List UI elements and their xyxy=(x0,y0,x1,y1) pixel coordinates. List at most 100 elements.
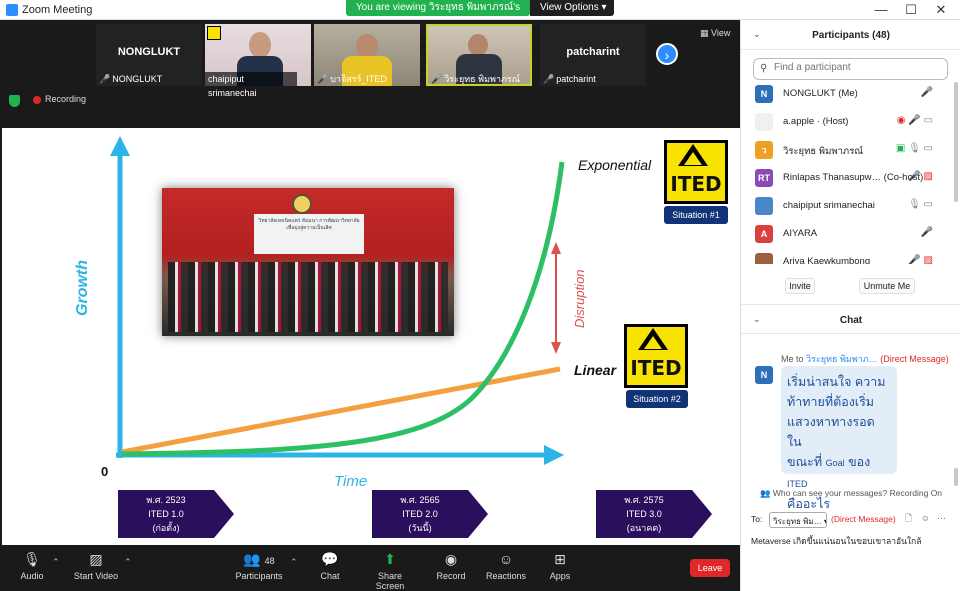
mic-muted-icon: 🎤 xyxy=(908,255,921,264)
minimize-button[interactable]: — xyxy=(866,0,896,20)
microphone-icon: 🎙 xyxy=(23,551,41,567)
y-axis-arrowhead xyxy=(110,136,130,156)
situation-2-badge: Situation #2 xyxy=(626,390,688,408)
era-year: พ.ศ. 2523 xyxy=(146,495,186,505)
mic-muted-icon: 🎤 xyxy=(908,115,921,126)
participant-row[interactable]: a.apple · (Host) ◉ 🎤 ▭ xyxy=(741,110,951,138)
photo-banner: วิทยาลัยเทคนิคแพร่ สัมมนา การพัฒนาวิทยาล… xyxy=(254,214,364,254)
era-year: พ.ศ. 2575 xyxy=(624,495,664,505)
chat-title: Chat xyxy=(839,315,863,326)
participant-row[interactable]: Ariya Kaewkumbong 🎤 ▨ xyxy=(741,250,951,264)
label-time: Time xyxy=(334,473,368,490)
window-titlebar: Zoom Meeting You are viewing วิระยุทธ พิ… xyxy=(0,0,960,29)
participants-title: Participants (48) xyxy=(812,30,890,41)
tile-name: patcharint xyxy=(566,46,620,58)
avatar: ว xyxy=(755,141,773,159)
participant-search-input[interactable] xyxy=(774,62,944,73)
avatar xyxy=(755,197,773,215)
video-off-icon: ▨ xyxy=(923,171,933,182)
chat-button[interactable]: 💬 Chat xyxy=(314,551,346,581)
view-layout-button[interactable]: ▦ View xyxy=(700,28,730,39)
chat-icon: 💬 xyxy=(321,551,339,567)
reactions-button[interactable]: ☺ Reactions xyxy=(486,551,526,581)
meeting-toolbar: 🎙 Audio ⌃ ▨ Start Video ⌃ 👥 48 Participants… xyxy=(0,545,740,591)
direct-message-label: (Direct Message) xyxy=(831,514,896,524)
next-page-arrow-icon[interactable]: › xyxy=(656,43,678,65)
participant-row[interactable]: N NONGLUKT (Me) 🎤 xyxy=(741,82,951,110)
person-head xyxy=(356,34,378,58)
era-year: พ.ศ. 2565 xyxy=(400,495,440,505)
shared-screen-slide: วิทยาลัยเทคนิคแพร่ สัมมนา การพัฒนาวิทยาล… xyxy=(2,128,740,545)
avatar xyxy=(755,253,773,264)
record-button[interactable]: ◉ Record xyxy=(434,551,468,581)
mic-muted-icon: 🎤 xyxy=(99,74,111,84)
viewing-screen-banner: You are viewing วิระยุทธ พิมพาภรณ์'s scr… xyxy=(346,0,530,29)
video-off-icon: ▨ xyxy=(89,551,103,567)
linear-curve xyxy=(121,366,561,455)
participant-name: a.apple · (Host) xyxy=(783,116,849,127)
video-options-caret-icon[interactable]: ⌃ xyxy=(124,557,132,568)
ited-logo-text: ITED xyxy=(630,356,682,380)
maximize-button[interactable]: ☐ xyxy=(896,0,926,20)
ited-logo-1: ITED xyxy=(664,140,728,204)
emoji-icon[interactable]: ☺ xyxy=(921,513,930,523)
search-icon: ⚲ xyxy=(760,63,768,74)
unmute-me-button[interactable]: Unmute Me xyxy=(859,278,915,294)
close-button[interactable]: ✕ xyxy=(926,0,956,20)
apps-button[interactable]: ⊞ Apps xyxy=(546,551,574,581)
recording-label: Recording xyxy=(45,94,87,104)
grid-icon: ▦ xyxy=(700,28,712,38)
message-recipient[interactable]: วิระยุทธ พิมพาภ… xyxy=(806,354,878,364)
label-linear: Linear xyxy=(574,362,617,378)
participant-row[interactable]: A AIYARA 🎤 xyxy=(741,222,951,250)
file-icon[interactable]: 🗋 xyxy=(905,513,912,527)
mic-muted-icon: 🎤 xyxy=(317,74,329,84)
reactions-icon: ☺ xyxy=(498,551,514,567)
era-version: ITED 1.0 xyxy=(148,509,184,519)
group-of-people xyxy=(168,262,448,332)
ited-mini-logo xyxy=(207,26,221,40)
participant-search[interactable]: ⚲ xyxy=(753,58,948,80)
participant-name: วิระยุทธ พิมพาภรณ์ xyxy=(783,146,864,157)
disruption-arrow-up xyxy=(551,242,561,254)
participant-row[interactable]: ว วิระยุทธ พิมพาภรณ์ ▣ 🎙 ▭ xyxy=(741,138,951,166)
audio-button[interactable]: 🎙 Audio xyxy=(14,551,50,581)
label-disruption: Disruption xyxy=(572,269,587,328)
meeting-area: NONGLUKT 🎤 NONGLUKT chaipiput srimanechai… xyxy=(0,20,740,591)
leave-button[interactable]: Leave xyxy=(690,559,730,577)
start-video-button[interactable]: ▨ Start Video xyxy=(72,551,120,581)
chat-scrollbar[interactable] xyxy=(954,468,958,486)
chat-message-bubble: เริ่มน่าสนใจ ความ ท้าทายที่ต้องเริ่ม แสว… xyxy=(781,366,897,511)
video-icon: ▭ xyxy=(923,115,933,126)
avatar: RT xyxy=(755,169,773,187)
who-can-see-messages-link[interactable]: 👥 Who can see your messages? Recording O… xyxy=(741,488,960,499)
avatar xyxy=(755,113,773,131)
participants-button[interactable]: 👥 48 Participants xyxy=(234,551,284,581)
view-options-button[interactable]: View Options ▾ xyxy=(530,0,614,16)
participants-options-caret-icon[interactable]: ⌃ xyxy=(290,557,298,568)
invite-button[interactable]: Invite xyxy=(785,278,815,294)
participants-scrollbar[interactable] xyxy=(954,82,958,202)
tile-caption: 🎤 วิระยุทธ พิมพาภรณ์ xyxy=(431,74,521,84)
recipient-dropdown[interactable]: วิระยุทธ พิม… ▾ xyxy=(769,512,827,528)
record-icon: ◉ xyxy=(444,551,458,567)
person-head xyxy=(249,32,271,58)
side-panel: ⌄ Participants (48) ⚲ N NONGLUKT (Me) 🎤 … xyxy=(740,20,960,591)
mic-muted-icon: 🎤 xyxy=(920,87,933,98)
more-icon[interactable]: ⋯ xyxy=(937,513,946,524)
participant-row[interactable]: chaipiput srimanechai 🎙 ▭ xyxy=(741,194,951,222)
participant-row[interactable]: RT Rinlapas Thanasupw… (Co-host) 🎤 ▨ xyxy=(741,166,951,194)
chat-compose-input[interactable]: Metaverse เกิดขึ้นแน่นอนในขอบเขาลาอันใกล… xyxy=(751,534,921,548)
mic-muted-icon: 🎤 xyxy=(431,74,443,84)
ited-logo-2: ITED xyxy=(624,324,688,388)
era-note: (วันนี้) xyxy=(408,523,432,533)
disruption-arrow-down xyxy=(551,342,561,354)
share-screen-button[interactable]: ⬆ Share Screen xyxy=(364,551,416,591)
message-meta: Me to วิระยุทธ พิมพาภ… (Direct Message) xyxy=(781,354,949,364)
audio-options-caret-icon[interactable]: ⌃ xyxy=(52,557,60,568)
participants-icon: 👥 48 xyxy=(243,551,275,567)
mic-muted-icon: 🎤 xyxy=(543,74,555,84)
participant-name: AIYARA xyxy=(783,228,818,239)
recording-dot-icon xyxy=(33,96,41,104)
apps-icon: ⊞ xyxy=(554,551,566,567)
